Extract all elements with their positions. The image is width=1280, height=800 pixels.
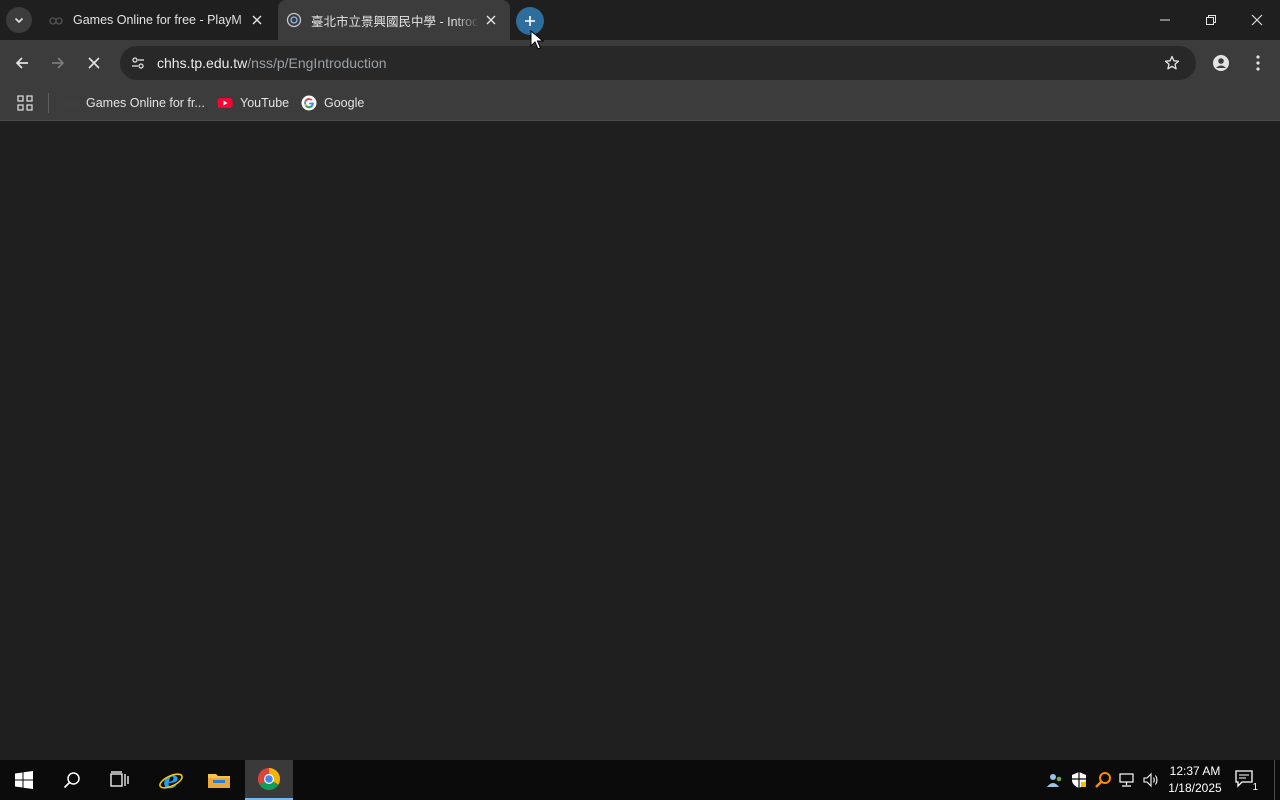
url-text[interactable]: chhs.tp.edu.tw/nss/p/EngIntroduction bbox=[157, 55, 387, 71]
profile-icon bbox=[1213, 55, 1229, 71]
bookmark-playmini[interactable]: Games Online for fr... bbox=[63, 91, 205, 115]
bookmark-google[interactable]: Google bbox=[301, 91, 364, 115]
site-info-icon[interactable] bbox=[126, 51, 150, 75]
bookmark-label: YouTube bbox=[240, 96, 290, 110]
url-host: chhs.tp.edu.tw bbox=[157, 55, 248, 71]
security-shield-icon[interactable] bbox=[1070, 771, 1088, 789]
bookmark-star-icon[interactable] bbox=[1162, 53, 1182, 73]
stop-icon bbox=[88, 57, 100, 69]
restore-button[interactable] bbox=[1188, 0, 1234, 40]
bookmarks-divider bbox=[48, 93, 49, 113]
back-button[interactable] bbox=[7, 48, 37, 78]
close-tab-icon[interactable] bbox=[482, 11, 500, 29]
tab-chhs-introduction[interactable]: 臺北市立景興國民中學 - Introduction bbox=[278, 0, 510, 40]
apps-button[interactable] bbox=[17, 91, 33, 115]
playmini-favicon-icon bbox=[48, 12, 64, 28]
tab-playmini[interactable]: Games Online for free - PlayMini bbox=[40, 0, 276, 40]
clock-date: 1/18/2025 bbox=[1168, 781, 1222, 795]
bookmarks-bar: Games Online for fr... YouTube Google bbox=[0, 85, 1280, 121]
task-view-button[interactable] bbox=[96, 760, 144, 800]
search-icon bbox=[63, 772, 80, 789]
chrome-icon bbox=[258, 768, 280, 790]
tab-search-button[interactable] bbox=[6, 7, 32, 33]
volume-icon[interactable] bbox=[1142, 771, 1160, 789]
people-icon[interactable] bbox=[1046, 771, 1064, 789]
tab-title: 臺北市立景興國民中學 - Introduction bbox=[311, 14, 477, 29]
start-button[interactable] bbox=[0, 760, 48, 800]
school-favicon-icon bbox=[286, 12, 302, 28]
playmini-icon bbox=[63, 95, 79, 111]
bookmark-youtube[interactable]: YouTube bbox=[217, 91, 289, 115]
url-path: /nss/p/EngIntroduction bbox=[247, 55, 387, 71]
internet-explorer-icon: e bbox=[159, 767, 183, 793]
arrow-right-icon bbox=[52, 57, 65, 69]
page-content-area[interactable] bbox=[0, 121, 1280, 760]
plus-icon bbox=[525, 16, 535, 26]
mouse-cursor-icon bbox=[530, 30, 544, 50]
chevron-down-icon bbox=[14, 17, 24, 24]
bookmark-label: Games Online for fr... bbox=[86, 96, 205, 110]
tab-title-fade bbox=[454, 10, 480, 30]
task-view-icon bbox=[110, 771, 129, 787]
taskbar-file-explorer[interactable] bbox=[195, 760, 243, 800]
tab-title: Games Online for free - PlayMini bbox=[73, 13, 241, 27]
clock-time: 12:37 AM bbox=[1169, 764, 1221, 778]
bookmark-label: Google bbox=[324, 96, 365, 110]
forward-button[interactable] bbox=[43, 48, 73, 78]
profile-button[interactable] bbox=[1206, 48, 1236, 78]
svg-text:e: e bbox=[163, 767, 178, 793]
close-tab-icon[interactable] bbox=[248, 11, 266, 29]
network-icon[interactable] bbox=[1118, 771, 1136, 789]
folder-icon bbox=[208, 774, 230, 788]
search-button[interactable] bbox=[48, 760, 96, 800]
more-vertical-icon bbox=[1256, 55, 1260, 71]
menu-button[interactable] bbox=[1243, 48, 1273, 78]
restore-icon bbox=[1206, 15, 1216, 25]
close-icon bbox=[1251, 14, 1263, 26]
arrow-left-icon bbox=[15, 57, 28, 69]
google-icon bbox=[301, 95, 317, 111]
notification-count: 1 bbox=[1252, 782, 1258, 793]
taskbar-chrome[interactable] bbox=[245, 760, 293, 800]
taskbar-internet-explorer[interactable]: e bbox=[147, 760, 195, 800]
search-tool-icon[interactable] bbox=[1094, 771, 1112, 789]
minimize-button[interactable] bbox=[1142, 0, 1188, 40]
windows-logo-icon bbox=[15, 771, 33, 789]
minimize-icon bbox=[1160, 19, 1170, 21]
address-bar[interactable]: chhs.tp.edu.tw/nss/p/EngIntroduction bbox=[120, 46, 1196, 80]
stop-loading-button[interactable] bbox=[79, 48, 109, 78]
youtube-icon bbox=[217, 95, 233, 111]
windows-taskbar: e 12:37 AM 1/18/2025 1 bbox=[0, 760, 1280, 800]
browser-toolbar: chhs.tp.edu.tw/nss/p/EngIntroduction bbox=[0, 40, 1280, 85]
show-desktop-button[interactable] bbox=[1274, 760, 1280, 800]
apps-grid-icon bbox=[17, 95, 33, 111]
taskbar-clock[interactable]: 12:37 AM 1/18/2025 bbox=[1164, 763, 1226, 797]
action-center-button[interactable]: 1 bbox=[1234, 769, 1260, 793]
close-window-button[interactable] bbox=[1234, 0, 1280, 40]
tab-strip: Games Online for free - PlayMini 臺北市立景興國… bbox=[0, 0, 1280, 40]
